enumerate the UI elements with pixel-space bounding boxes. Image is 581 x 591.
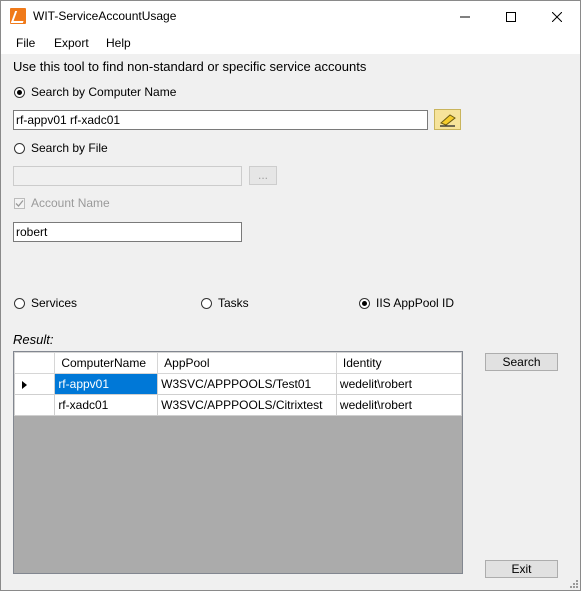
cell-computername[interactable]: rf-appv01: [54, 373, 159, 395]
exit-button[interactable]: Exit: [485, 560, 558, 578]
search-by-file-radio[interactable]: Search by File: [14, 141, 108, 155]
close-icon: [552, 11, 562, 22]
checkbox-box: [14, 197, 25, 209]
radio-dot: [201, 297, 212, 309]
services-radio[interactable]: Services: [14, 296, 77, 310]
title-bar[interactable]: WIT-ServiceAccountUsage: [1, 1, 580, 32]
cell-computername[interactable]: rf-xadc01: [54, 394, 159, 416]
iis-apppool-radio[interactable]: IIS AppPool ID: [359, 296, 454, 310]
radio-dot: [14, 142, 25, 154]
computer-name-input[interactable]: rf-appv01 rf-xadc01: [13, 110, 428, 130]
resize-grip-icon[interactable]: [567, 577, 579, 589]
app-window: WIT-ServiceAccountUsage File Export Help…: [0, 0, 581, 591]
column-header-identity[interactable]: Identity: [335, 352, 462, 374]
menu-export[interactable]: Export: [54, 36, 89, 50]
account-name-input[interactable]: robert: [13, 222, 242, 242]
close-button[interactable]: [534, 1, 580, 32]
account-name-label: Account Name: [31, 196, 110, 210]
column-header-apppool[interactable]: AppPool: [157, 352, 337, 374]
minimize-icon: [460, 16, 470, 17]
search-by-file-label: Search by File: [31, 141, 108, 155]
cell-identity[interactable]: wedelit\robert: [335, 373, 462, 395]
maximize-button[interactable]: [488, 1, 534, 32]
services-label: Services: [31, 296, 78, 310]
cell-apppool[interactable]: W3SVC/APPPOOLS/Citrixtest: [157, 394, 337, 416]
search-button[interactable]: Search: [485, 353, 558, 371]
browse-file-button[interactable]: ...: [249, 166, 277, 185]
eraser-icon: [440, 114, 456, 127]
menu-file[interactable]: File: [16, 36, 35, 50]
row-header[interactable]: [14, 373, 56, 395]
menu-help[interactable]: Help: [106, 36, 131, 50]
table-row[interactable]: rf-xadc01 W3SVC/APPPOOLS/Citrixtest wede…: [14, 394, 462, 416]
radio-dot: [359, 297, 370, 309]
result-grid[interactable]: ComputerName AppPool Identity rf-appv01 …: [13, 351, 463, 574]
clear-button[interactable]: [434, 109, 461, 130]
checkmark-icon: [15, 199, 24, 207]
file-path-input[interactable]: [13, 166, 242, 186]
radio-dot: [14, 297, 25, 309]
maximize-icon: [506, 11, 516, 22]
result-label: Result:: [13, 332, 54, 347]
tasks-label: Tasks: [218, 296, 249, 310]
table-header-row: ComputerName AppPool Identity: [14, 352, 462, 374]
table-row[interactable]: rf-appv01 W3SVC/APPPOOLS/Test01 wedelit\…: [14, 373, 462, 395]
row-header-corner: [14, 352, 56, 374]
minimize-button[interactable]: [442, 1, 488, 32]
app-icon: [10, 8, 26, 24]
column-header-computername[interactable]: ComputerName: [54, 352, 159, 374]
iis-apppool-label: IIS AppPool ID: [376, 296, 455, 310]
row-header[interactable]: [14, 394, 56, 416]
search-by-computer-label: Search by Computer Name: [31, 85, 177, 99]
current-row-arrow-icon: [22, 381, 27, 389]
cell-identity[interactable]: wedelit\robert: [335, 394, 462, 416]
radio-dot: [14, 86, 25, 98]
menu-bar: File Export Help: [1, 32, 580, 54]
cell-apppool[interactable]: W3SVC/APPPOOLS/Test01: [157, 373, 337, 395]
result-table: ComputerName AppPool Identity rf-appv01 …: [14, 352, 462, 416]
tasks-radio[interactable]: Tasks: [201, 296, 249, 310]
main-panel: Use this tool to find non-standard or sp…: [1, 54, 580, 590]
window-title: WIT-ServiceAccountUsage: [33, 9, 177, 23]
account-name-checkbox[interactable]: Account Name: [14, 196, 110, 210]
instruction-text: Use this tool to find non-standard or sp…: [13, 59, 367, 74]
search-by-computer-radio[interactable]: Search by Computer Name: [14, 85, 176, 99]
